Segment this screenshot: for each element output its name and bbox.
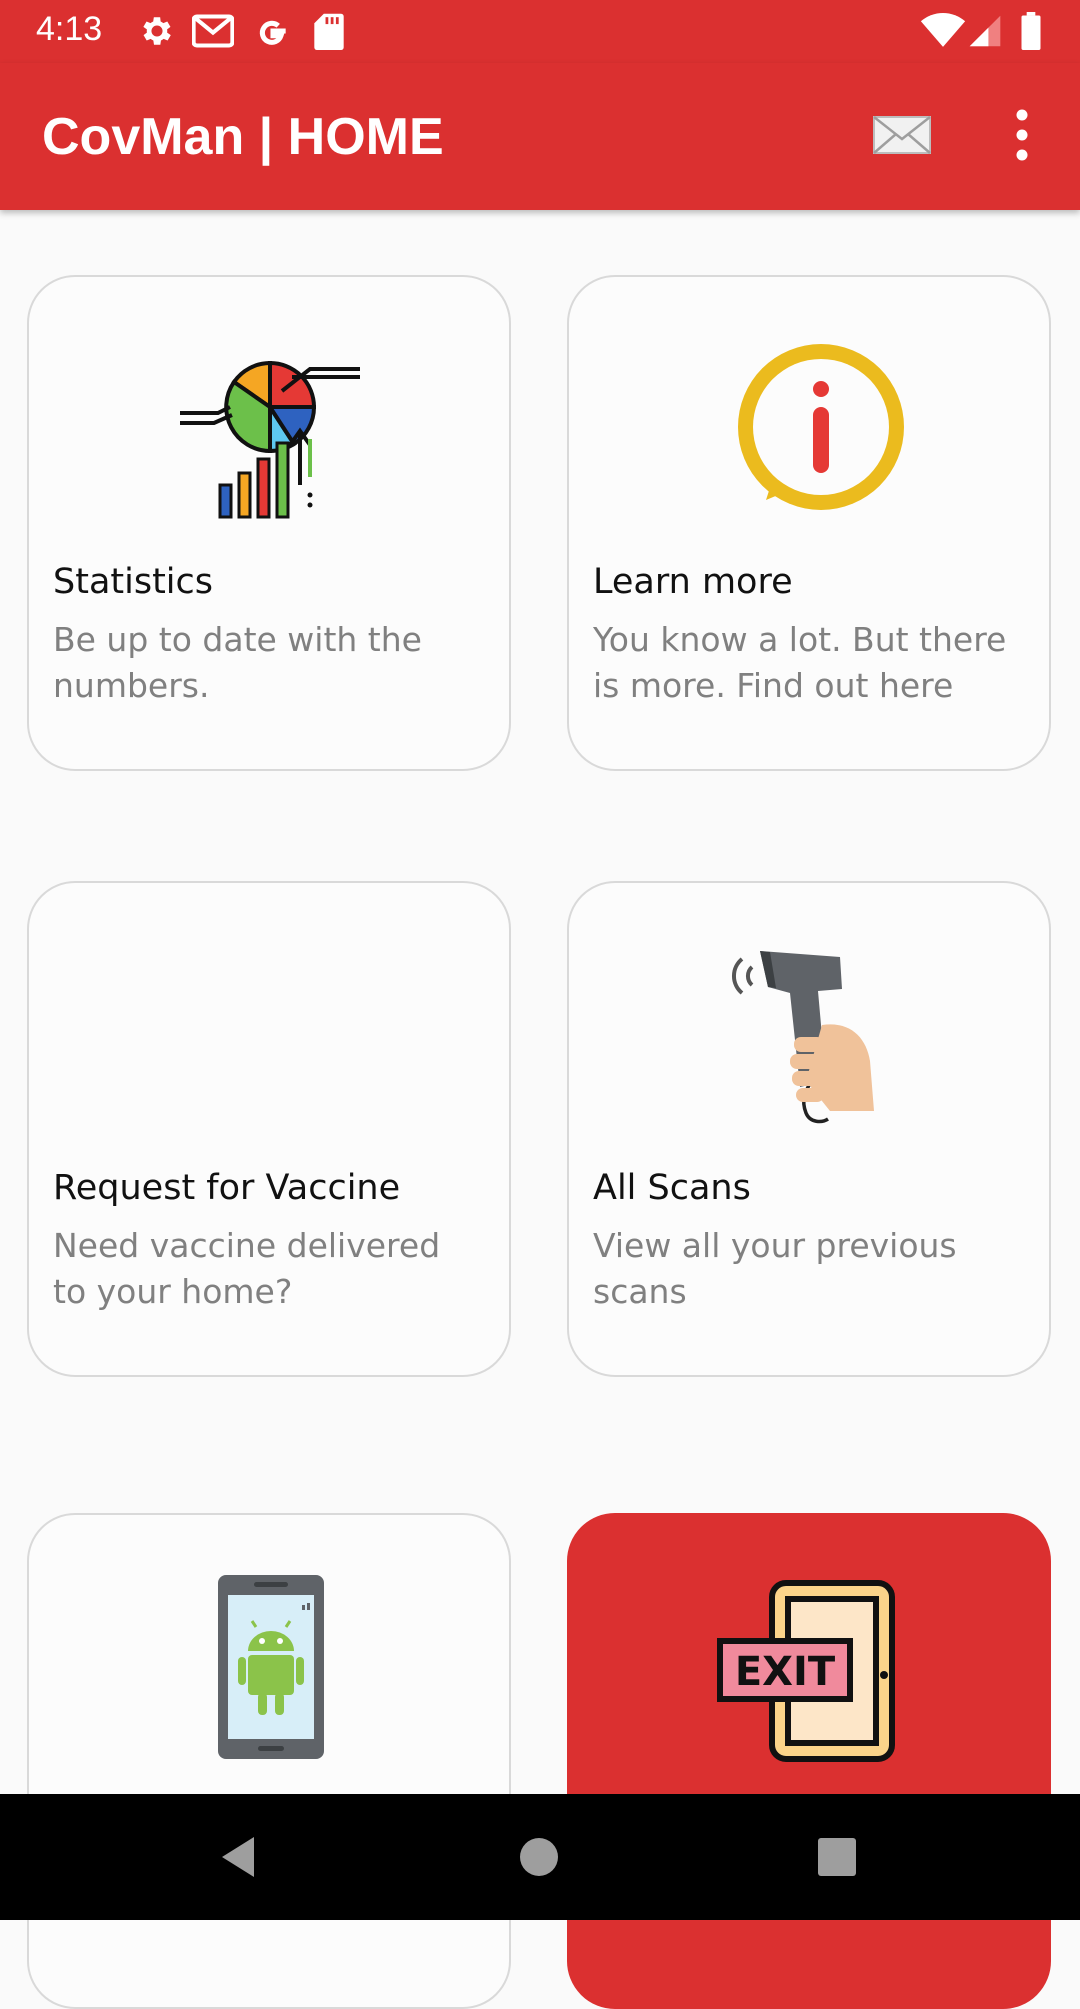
sd-card-icon [314,13,344,50]
info-bubble-icon [738,344,904,510]
gmail-icon [192,14,234,48]
card-title: Statistics [53,562,213,602]
statistics-card[interactable]: Statistics Be up to date with the number… [27,275,511,771]
navigation-bar [0,1794,1080,1920]
more-vert-icon[interactable] [1006,107,1038,163]
page-title: CovMan | HOME [42,108,444,166]
barcode-scanner-icon [731,951,874,1124]
home-icon[interactable] [514,1832,564,1882]
wifi-icon [920,12,966,47]
signal-icon [969,15,1001,47]
card-title: Request for Vaccine [53,1168,401,1208]
card-description: Be up to date with the numbers. [53,620,422,705]
request-vaccine-card[interactable]: Request for Vaccine Need vaccine deliver… [27,881,511,1377]
app-bar: CovMan | HOME [0,63,1080,210]
recents-icon[interactable] [812,1832,862,1882]
google-icon [259,20,286,45]
mail-icon[interactable] [872,113,932,157]
android-phone-icon [218,1575,324,1759]
statistics-chart-icon [180,360,360,519]
card-description: Need vaccine delivered to your home? [53,1226,441,1311]
android-app-card[interactable] [27,1513,511,2009]
status-bar: 4:13 [0,0,1080,63]
card-title: All Scans [593,1168,751,1208]
all-scans-card[interactable]: All Scans View all your previous scans [567,881,1051,1377]
card-title: Learn more [593,562,793,602]
learn-more-card[interactable]: Learn more You know a lot. But there is … [567,275,1051,771]
status-time: 4:13 [36,10,103,48]
exit-card[interactable]: EXIT [567,1513,1051,2009]
exit-door-icon: EXIT [717,1580,895,1762]
back-icon[interactable] [214,1832,264,1882]
battery-icon [1021,12,1041,50]
card-description: You know a lot. But there is more. Find … [593,620,1007,705]
card-description: View all your previous scans [593,1226,957,1311]
settings-icon [143,17,171,45]
svg-text:EXIT: EXIT [735,1649,836,1695]
